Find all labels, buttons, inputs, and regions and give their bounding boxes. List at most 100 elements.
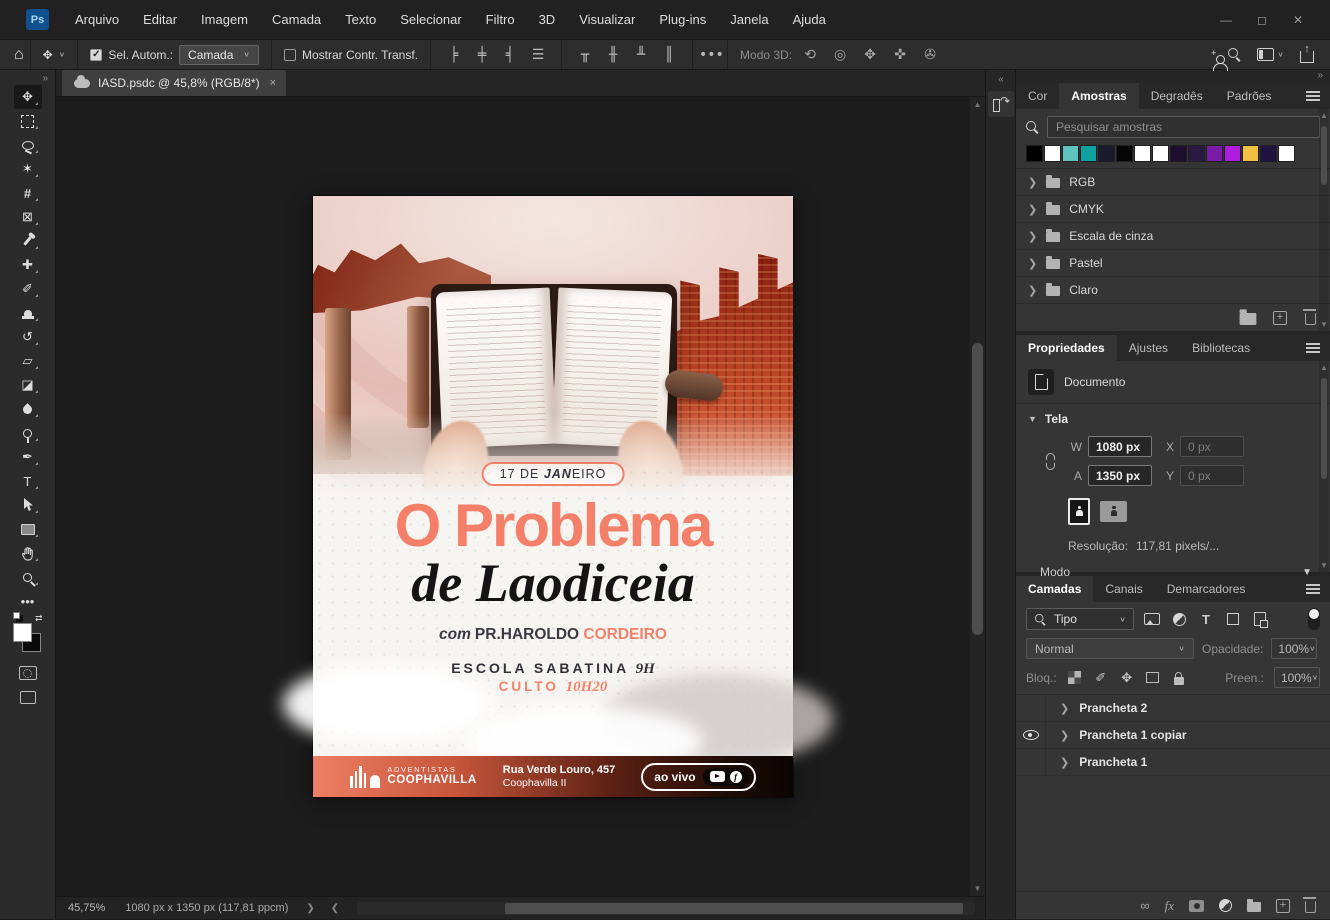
- quick-mask-button[interactable]: [14, 661, 42, 685]
- healing-brush-tool[interactable]: ✚: [14, 253, 42, 277]
- 3d-slide-icon[interactable]: ✜: [888, 46, 912, 63]
- swatch[interactable]: [1098, 145, 1115, 162]
- new-group-icon[interactable]: [1240, 313, 1257, 325]
- 3d-roll-icon[interactable]: ◎: [828, 46, 852, 63]
- path-selection-tool[interactable]: [14, 493, 42, 517]
- new-group-icon[interactable]: [1247, 902, 1261, 912]
- swatch[interactable]: [1026, 145, 1043, 162]
- move-tool-preset[interactable]: ✥∨: [37, 48, 72, 62]
- eyedropper-tool[interactable]: [14, 229, 42, 253]
- share-icon[interactable]: [1300, 51, 1314, 63]
- new-swatch-icon[interactable]: +: [1273, 311, 1287, 325]
- tab-amostras[interactable]: Amostras: [1059, 83, 1138, 109]
- swatch[interactable]: [1206, 145, 1223, 162]
- add-mask-icon[interactable]: [1189, 900, 1204, 912]
- lock-pixels-icon[interactable]: ✐: [1093, 670, 1109, 686]
- swatch-group-grayscale[interactable]: ❯Escala de cinza: [1016, 223, 1330, 250]
- swatch[interactable]: [1188, 145, 1205, 162]
- dodge-tool[interactable]: [14, 421, 42, 445]
- visibility-toggle[interactable]: [1016, 749, 1046, 775]
- move-tool[interactable]: ✥: [14, 85, 42, 109]
- layer-style-icon[interactable]: fx: [1165, 898, 1174, 914]
- swatch[interactable]: [1224, 145, 1241, 162]
- vertical-scroll-thumb[interactable]: [972, 343, 983, 635]
- layer-row-prancheta-1[interactable]: ❯Prancheta 1: [1016, 749, 1330, 776]
- visibility-toggle[interactable]: [1016, 695, 1046, 721]
- search-icon[interactable]: [1228, 48, 1241, 61]
- align-right-icon[interactable]: ╡: [499, 47, 521, 63]
- link-layers-icon[interactable]: ∞: [1140, 898, 1149, 913]
- marquee-tool[interactable]: [14, 109, 42, 133]
- blur-tool[interactable]: [14, 397, 42, 421]
- align-left-icon[interactable]: ╞: [443, 47, 465, 63]
- gradient-tool[interactable]: ◪: [14, 373, 42, 397]
- history-brush-tool[interactable]: ↺: [14, 325, 42, 349]
- swatch-group-cmyk[interactable]: ❯CMYK: [1016, 196, 1330, 223]
- menu-editar[interactable]: Editar: [131, 12, 189, 27]
- swatch[interactable]: [1278, 145, 1295, 162]
- fill-field[interactable]: 100%∨: [1274, 667, 1320, 688]
- foreground-color[interactable]: [13, 623, 32, 642]
- default-colors-icon[interactable]: [13, 612, 20, 619]
- filter-shape-layers-icon[interactable]: [1224, 613, 1242, 625]
- align-top-icon[interactable]: ╥: [574, 47, 596, 63]
- tab-propriedades[interactable]: Propriedades: [1016, 335, 1117, 361]
- scroll-up-icon[interactable]: ▲: [974, 97, 982, 112]
- shape-tool[interactable]: [14, 517, 42, 541]
- layer-filter-dropdown[interactable]: Tipo ∨: [1026, 608, 1134, 630]
- screen-mode-button[interactable]: [14, 685, 42, 709]
- swatch-group-claro[interactable]: ❯Claro: [1016, 277, 1330, 303]
- tela-section-header[interactable]: ▼Tela: [1016, 403, 1330, 432]
- 3d-camera-icon[interactable]: ✇: [918, 46, 942, 63]
- horizontal-scrollbar[interactable]: [357, 902, 975, 915]
- frame-tool[interactable]: ⊠: [14, 205, 42, 229]
- swatch-group-rgb[interactable]: ❯RGB: [1016, 169, 1330, 196]
- swatch[interactable]: [1116, 145, 1133, 162]
- scroll-down-icon[interactable]: ▼: [974, 881, 982, 896]
- lock-transparency-icon[interactable]: [1067, 671, 1083, 684]
- filter-adjustment-layers-icon[interactable]: [1170, 613, 1188, 626]
- lock-position-icon[interactable]: ✥: [1119, 670, 1135, 686]
- object-selection-tool[interactable]: ✶: [14, 157, 42, 181]
- new-layer-icon[interactable]: +: [1276, 899, 1290, 913]
- history-panel-button[interactable]: [988, 91, 1014, 117]
- zoom-tool[interactable]: [14, 565, 42, 589]
- swatch[interactable]: [1152, 145, 1169, 162]
- properties-scrollbar[interactable]: ▲▼: [1319, 361, 1329, 572]
- search-swatches-input[interactable]: [1047, 116, 1320, 138]
- type-tool[interactable]: T: [14, 469, 42, 493]
- align-center-v-icon[interactable]: ╫: [602, 47, 624, 63]
- layer-row-prancheta-2[interactable]: ❯Prancheta 2: [1016, 695, 1330, 722]
- panel-menu-icon[interactable]: [1306, 335, 1330, 361]
- width-field[interactable]: 1080 px: [1088, 436, 1152, 457]
- horizontal-scroll-thumb[interactable]: [505, 903, 962, 914]
- close-button[interactable]: ✕: [1284, 9, 1312, 31]
- lock-all-icon[interactable]: [1171, 671, 1187, 685]
- align-bottom-icon[interactable]: ╨: [630, 47, 652, 63]
- eraser-tool[interactable]: ▱: [14, 349, 42, 373]
- swap-colors-icon[interactable]: ⇄: [35, 613, 43, 624]
- menu-filtro[interactable]: Filtro: [474, 12, 527, 27]
- layer-row-prancheta-1-copiar[interactable]: ❯Prancheta 1 copiar: [1016, 722, 1330, 749]
- tab-degrades[interactable]: Degradês: [1139, 83, 1215, 109]
- pen-tool[interactable]: ✒: [14, 445, 42, 469]
- filter-smart-objects-icon[interactable]: [1251, 612, 1269, 626]
- swatch[interactable]: [1044, 145, 1061, 162]
- maximize-button[interactable]: ◻: [1248, 9, 1276, 31]
- menu-visualizar[interactable]: Visualizar: [567, 12, 647, 27]
- expand-panels-icon[interactable]: «: [998, 70, 1003, 91]
- new-adjustment-layer-icon[interactable]: [1219, 899, 1232, 912]
- canvas-viewport[interactable]: 17 DE JANEIRO O Problema de Laodiceia co…: [56, 97, 985, 896]
- show-transform-checkbox[interactable]: [284, 49, 296, 61]
- status-prev-icon[interactable]: ❮: [323, 903, 347, 914]
- portrait-orientation-button[interactable]: [1068, 498, 1090, 525]
- swatches-scrollbar[interactable]: ▲▼: [1319, 109, 1329, 331]
- distribute-v-icon[interactable]: ║: [658, 47, 680, 63]
- clone-stamp-tool[interactable]: [14, 301, 42, 325]
- lock-artboard-icon[interactable]: [1145, 672, 1161, 683]
- distribute-h-icon[interactable]: ☰: [527, 47, 549, 63]
- align-center-h-icon[interactable]: ╪: [471, 47, 493, 63]
- x-field[interactable]: 0 px: [1180, 436, 1244, 457]
- panel-menu-icon[interactable]: [1306, 576, 1330, 602]
- tab-bibliotecas[interactable]: Bibliotecas: [1180, 335, 1262, 361]
